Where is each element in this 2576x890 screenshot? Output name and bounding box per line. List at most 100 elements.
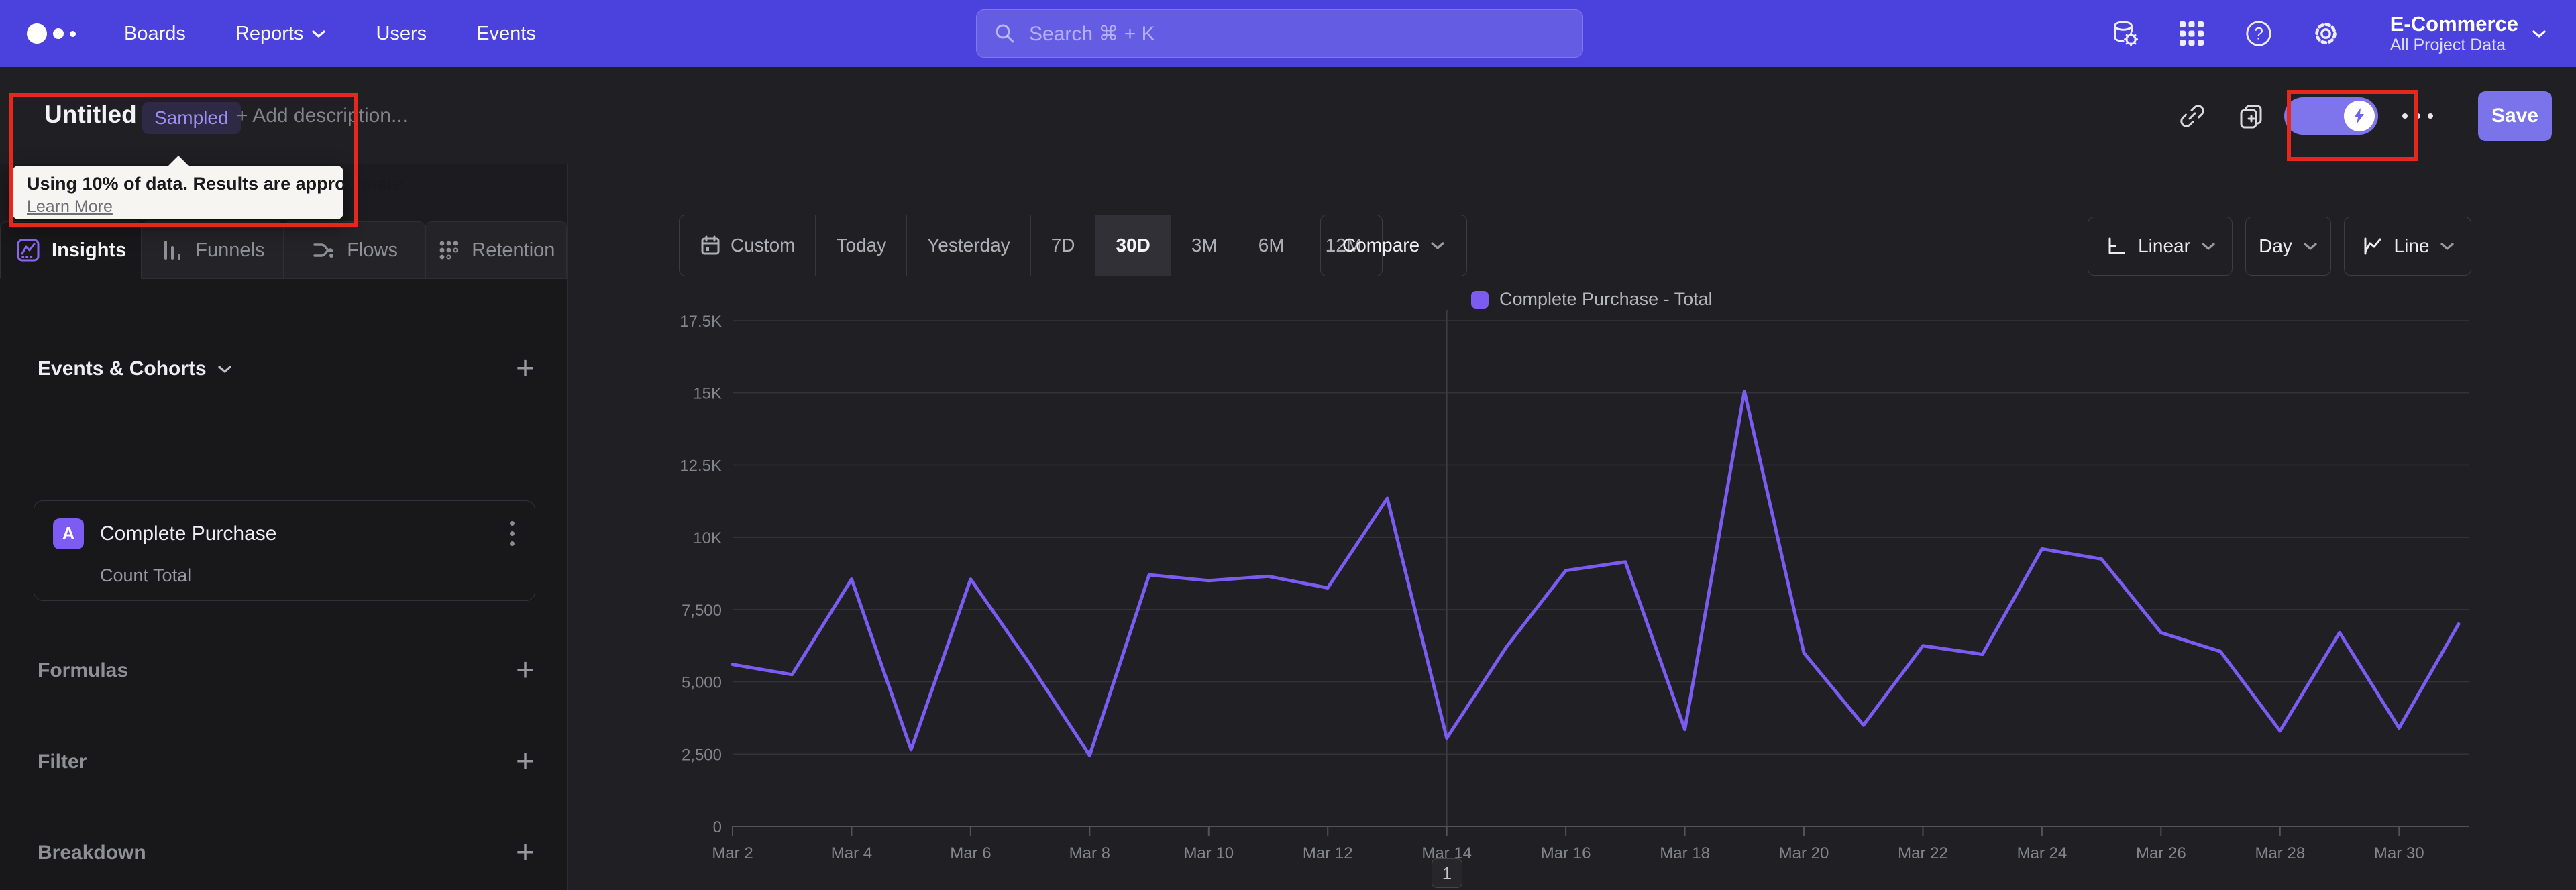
filter-section: Filter + bbox=[38, 746, 535, 778]
tab-label: Flows bbox=[347, 239, 398, 261]
events-cohorts-header: Events & Cohorts + bbox=[38, 353, 535, 385]
learn-more-link[interactable]: Learn More bbox=[27, 197, 113, 217]
insights-icon bbox=[17, 239, 40, 262]
tab-flows[interactable]: Flows bbox=[283, 221, 425, 279]
add-event-button[interactable]: + bbox=[516, 353, 535, 385]
nav-item-label: Users bbox=[376, 22, 427, 44]
chart-main-area: Custom Today Yesterday 7D 30D 3M 6M 12M … bbox=[568, 164, 2576, 890]
svg-text:7,500: 7,500 bbox=[682, 602, 722, 620]
add-formula-button[interactable]: + bbox=[516, 655, 535, 687]
event-row: A Complete Purchase bbox=[53, 517, 519, 550]
svg-text:Mar 8: Mar 8 bbox=[1069, 844, 1110, 863]
events-cohorts-label[interactable]: Events & Cohorts bbox=[38, 357, 232, 380]
event-name[interactable]: Complete Purchase bbox=[100, 522, 506, 545]
svg-text:Mar 2: Mar 2 bbox=[712, 844, 753, 863]
settings-gear-icon[interactable] bbox=[2311, 19, 2341, 48]
funnels-icon bbox=[164, 241, 181, 260]
svg-text:10K: 10K bbox=[693, 529, 722, 547]
svg-text:15K: 15K bbox=[693, 385, 722, 403]
chevron-down-icon bbox=[2532, 30, 2546, 38]
mixpanel-logo-icon[interactable] bbox=[27, 23, 76, 44]
add-description[interactable]: + Add description... bbox=[236, 105, 408, 127]
query-builder-sidebar: Insights Funnels Flows Retention Events … bbox=[0, 164, 568, 890]
more-options-icon[interactable] bbox=[2402, 113, 2433, 119]
report-header-actions: Save bbox=[2177, 67, 2576, 164]
save-button[interactable]: Save bbox=[2478, 91, 2552, 141]
duplicate-icon[interactable] bbox=[2236, 101, 2267, 131]
svg-text:12.5K: 12.5K bbox=[680, 457, 722, 475]
section-title: Events & Cohorts bbox=[38, 357, 207, 380]
svg-text:Mar 4: Mar 4 bbox=[831, 844, 872, 863]
tooltip-text: Using 10% of data. Results are approxima… bbox=[27, 174, 409, 194]
tab-retention[interactable]: Retention bbox=[425, 221, 567, 279]
sampled-badge[interactable]: Sampled bbox=[142, 102, 241, 134]
search-input[interactable]: Search ⌘ + K bbox=[976, 9, 1583, 58]
chevron-down-icon bbox=[312, 30, 326, 38]
help-icon[interactable]: ? bbox=[2244, 19, 2273, 48]
tab-label: Retention bbox=[472, 239, 555, 261]
report-tabs: Insights Funnels Flows Retention bbox=[0, 221, 567, 279]
svg-text:Mar 16: Mar 16 bbox=[1541, 844, 1591, 863]
event-metric[interactable]: Count Total bbox=[100, 565, 191, 586]
nav-right-cluster: ? E-Commerce All Project Data bbox=[2110, 0, 2576, 67]
breakdown-label: Breakdown bbox=[38, 842, 146, 864]
svg-text:Mar 24: Mar 24 bbox=[2017, 844, 2068, 863]
report-title[interactable]: Untitled bbox=[44, 101, 137, 129]
event-card[interactable]: A Complete Purchase Count Total bbox=[34, 500, 535, 601]
nav-item-label: Boards bbox=[124, 22, 186, 44]
nav-item-users[interactable]: Users bbox=[376, 23, 427, 45]
lightning-bolt-icon bbox=[2354, 107, 2364, 124]
data-management-icon[interactable] bbox=[2110, 19, 2139, 48]
report-header: Untitled Sampled + Add description... Sa… bbox=[0, 67, 2576, 164]
retention-icon bbox=[439, 241, 458, 260]
tab-insights[interactable]: Insights bbox=[0, 221, 142, 279]
mixpanel-app: Boards Reports Users Events Search ⌘ + K… bbox=[0, 0, 2576, 890]
sampling-toggle[interactable] bbox=[2284, 97, 2378, 135]
svg-text:Mar 6: Mar 6 bbox=[950, 844, 991, 863]
add-filter-button[interactable]: + bbox=[516, 746, 535, 778]
search-icon bbox=[996, 24, 1014, 43]
formulas-label: Formulas bbox=[38, 659, 129, 681]
top-nav: Boards Reports Users Events Search ⌘ + K… bbox=[0, 0, 2576, 67]
svg-text:0: 0 bbox=[713, 818, 722, 836]
svg-text:17.5K: 17.5K bbox=[680, 313, 722, 331]
svg-text:Mar 26: Mar 26 bbox=[2136, 844, 2186, 863]
nav-item-reports[interactable]: Reports bbox=[235, 23, 327, 45]
tab-funnels[interactable]: Funnels bbox=[142, 221, 284, 279]
svg-text:Mar 10: Mar 10 bbox=[1183, 844, 1234, 863]
flows-icon bbox=[313, 243, 334, 258]
toggle-knob bbox=[2344, 100, 2375, 131]
nav-item-boards[interactable]: Boards bbox=[124, 23, 186, 45]
apps-grid-icon[interactable] bbox=[2177, 19, 2206, 48]
svg-text:Mar 20: Mar 20 bbox=[1779, 844, 1829, 863]
nav-links: Boards Reports Users Events bbox=[124, 23, 536, 45]
svg-text:Mar 30: Mar 30 bbox=[2374, 844, 2424, 863]
svg-text:Mar 22: Mar 22 bbox=[1898, 844, 1948, 863]
svg-text:Mar 28: Mar 28 bbox=[2255, 844, 2305, 863]
project-switcher[interactable]: E-Commerce All Project Data bbox=[2390, 12, 2546, 56]
tab-label: Funnels bbox=[195, 239, 265, 261]
project-name: E-Commerce bbox=[2390, 11, 2518, 36]
nav-item-events[interactable]: Events bbox=[476, 23, 536, 45]
line-chart: 0 2,500 5,000 7,500 10K 12.5K 15K 17.5K Mar 2 Mar… bbox=[680, 310, 2469, 863]
sampling-tooltip: Using 10% of data. Results are approxima… bbox=[12, 156, 409, 219]
svg-text:5,000: 5,000 bbox=[682, 674, 722, 692]
svg-text:Mar 18: Mar 18 bbox=[1660, 844, 1710, 863]
nav-item-label: Events bbox=[476, 22, 536, 44]
svg-text:2,500: 2,500 bbox=[682, 746, 722, 764]
breakdown-section: Breakdown + bbox=[38, 837, 535, 869]
event-letter-badge: A bbox=[53, 518, 84, 549]
nav-item-label: Reports bbox=[235, 22, 304, 44]
pagination-page-1[interactable]: 1 bbox=[1432, 858, 1462, 888]
filter-label: Filter bbox=[38, 750, 87, 773]
builder-panel: Events & Cohorts + A Complete Purchase C… bbox=[0, 279, 567, 890]
tab-label: Insights bbox=[52, 239, 127, 261]
event-kebab-menu-icon[interactable] bbox=[506, 517, 519, 550]
copy-link-icon[interactable] bbox=[2177, 101, 2208, 131]
formulas-section: Formulas + bbox=[38, 655, 535, 687]
search-placeholder: Search ⌘ + K bbox=[1029, 22, 1155, 45]
chevron-down-icon bbox=[218, 366, 231, 373]
project-scope: All Project Data bbox=[2390, 36, 2506, 55]
add-breakdown-button[interactable]: + bbox=[516, 837, 535, 869]
svg-text:?: ? bbox=[2254, 25, 2263, 44]
